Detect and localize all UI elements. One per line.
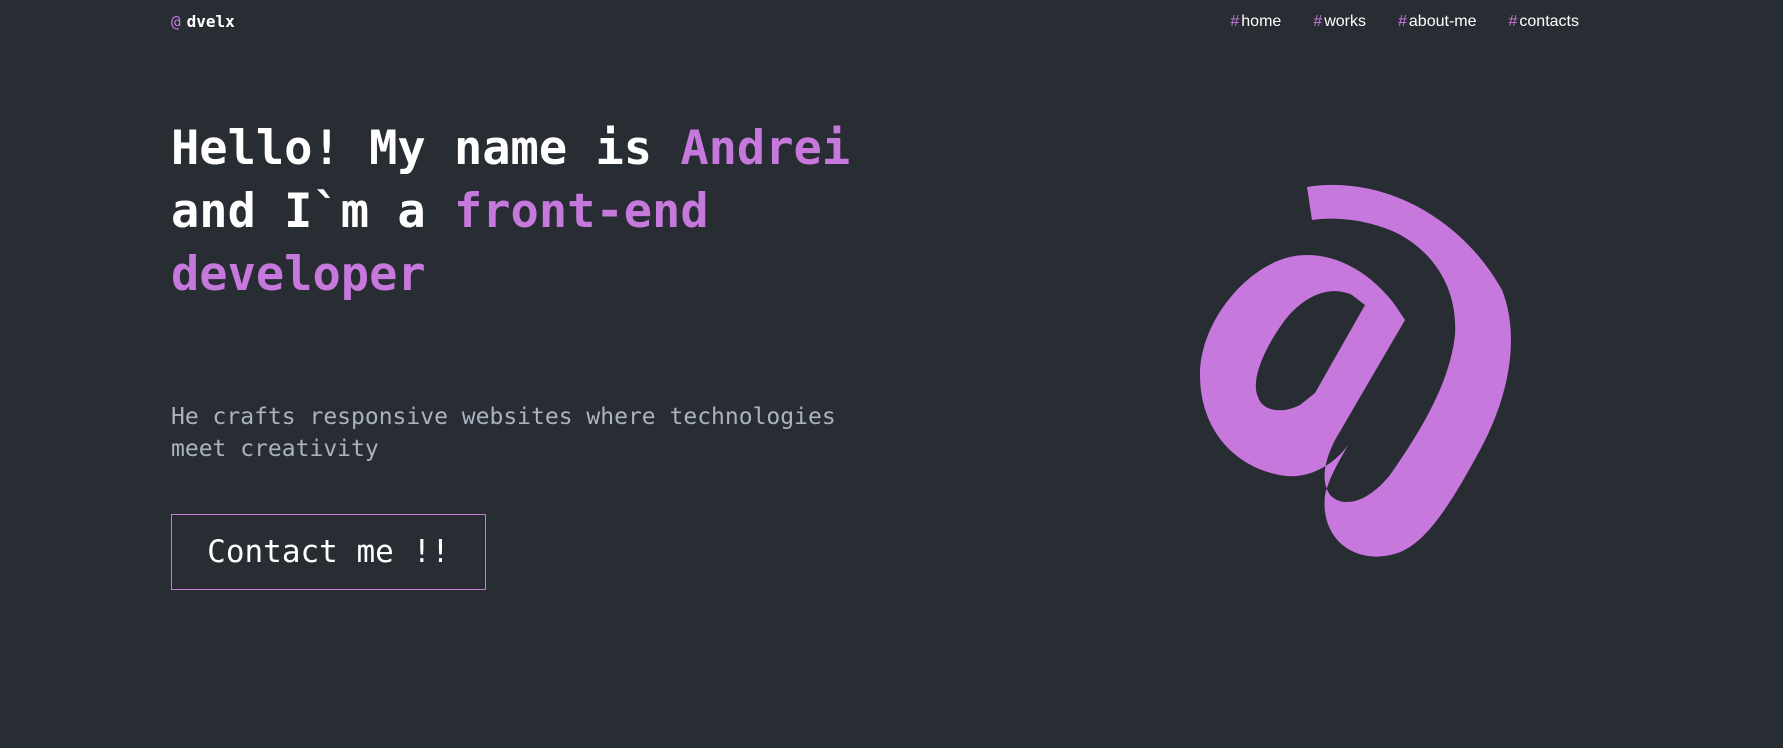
logo-text: dvelx	[186, 12, 235, 31]
hero-headline: Hello! My name is Andrei and I`m a front-…	[171, 117, 911, 306]
nav-hash: #	[1508, 13, 1518, 30]
nav-label: about-me	[1408, 13, 1477, 30]
logo[interactable]: @ dvelx	[171, 12, 235, 32]
nav-item-works[interactable]: # works	[1313, 12, 1366, 32]
headline-role: front-end	[453, 184, 709, 239]
nav-hash: #	[1313, 13, 1323, 30]
nav-item-contacts[interactable]: # contacts	[1509, 12, 1580, 32]
nav-label: works	[1324, 13, 1366, 30]
nav-hash: #	[1230, 13, 1240, 30]
headline-name: Andrei	[680, 121, 851, 176]
nav-hash: #	[1398, 13, 1407, 30]
main-nav: # home # works # about-me # contacts	[1230, 12, 1579, 32]
nav-label: contacts	[1519, 13, 1579, 30]
nav-item-about-me[interactable]: # about-me	[1398, 12, 1477, 32]
headline-intro: and I`m a	[171, 184, 454, 239]
headline-role-continued: developer	[171, 247, 426, 302]
nav-label: home	[1241, 13, 1282, 30]
contact-me-button[interactable]: Contact me !!	[171, 514, 486, 590]
nav-item-home[interactable]: # home	[1230, 12, 1281, 32]
page: @ dvelx # home # works # about-me # contacts…	[0, 0, 1783, 748]
hero-subtitle: He crafts responsive websites where tech…	[171, 404, 836, 462]
headline-greeting: Hello! My name is	[171, 121, 681, 176]
logo-at-icon: @	[171, 12, 181, 31]
at-sign-icon	[1200, 184, 1511, 557]
